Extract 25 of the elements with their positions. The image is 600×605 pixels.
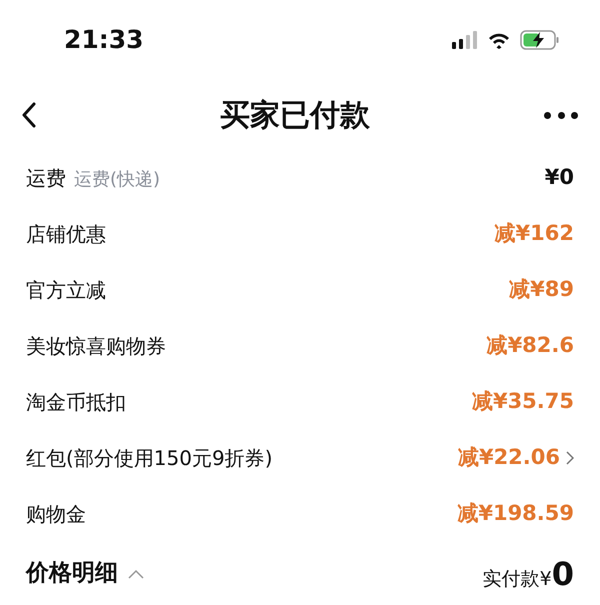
battery-icon (520, 30, 560, 50)
fee-label: 运费 (26, 165, 66, 192)
fee-label: 官方立减 (26, 277, 106, 304)
price-detail-title: 价格明细 (26, 559, 118, 588)
chevron-icon[interactable] (128, 568, 144, 578)
fee-amount: 减¥162 (494, 220, 574, 248)
fee-amount: 减¥89 (509, 276, 574, 304)
fee-sublabel: 运费(快递) (74, 168, 160, 192)
signal-icon (452, 31, 478, 49)
fee-label: 购物金 (26, 501, 86, 528)
fee-label: 美妆惊喜购物券 (26, 333, 166, 360)
fee-label: 淘金币抵扣 (26, 389, 126, 416)
paid-amount: 0 (552, 554, 574, 594)
fee-amount: 减¥198.59 (457, 500, 574, 528)
page-title: 买家已付款 (220, 96, 370, 134)
fee-label: 红包(部分使用150元9折券) (26, 445, 273, 472)
wifi-icon (488, 32, 510, 48)
fee-amount: 减¥35.75 (472, 388, 574, 416)
status-time: 21:33 (64, 24, 144, 56)
fee-amount: ¥0 (544, 164, 574, 192)
chevron-right-icon[interactable] (566, 451, 574, 465)
fee-label: 店铺优惠 (26, 221, 106, 248)
fee-amount: 减¥22.06 (458, 444, 560, 472)
fee-amount: 减¥82.6 (486, 332, 574, 360)
paid-label: 实付款¥ (482, 566, 552, 592)
